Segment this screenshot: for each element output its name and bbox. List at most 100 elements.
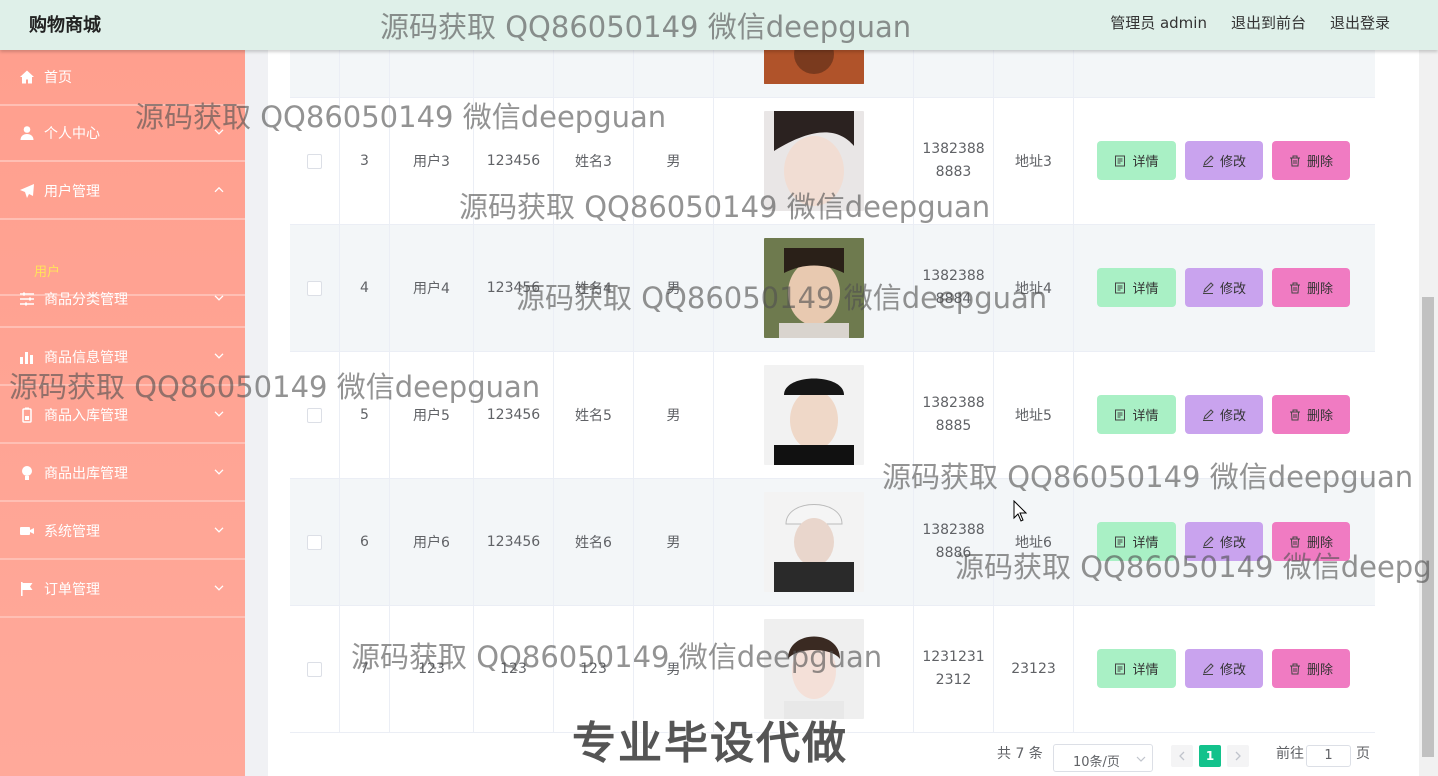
- sidebar-item-label: 系统管理: [44, 524, 100, 540]
- chevron-left-icon: [1179, 751, 1185, 761]
- sidebar-item-stock-out[interactable]: 商品出库管理: [0, 446, 245, 502]
- sidebar-item-label: 商品出库管理: [44, 466, 128, 482]
- flag-icon: [21, 582, 33, 596]
- edit-icon: [1202, 662, 1214, 675]
- sidebar-item-label: 商品入库管理: [44, 408, 128, 424]
- delete-label: 删除: [1306, 409, 1333, 424]
- name-text: 姓名6: [575, 535, 612, 551]
- account-cell: 用户4: [390, 225, 474, 351]
- edit-label: 修改: [1219, 409, 1246, 424]
- row-checkbox[interactable]: [307, 280, 322, 296]
- checkbox-cell: [290, 225, 340, 351]
- password-text: 123456: [486, 407, 541, 423]
- bar-chart-icon: [20, 352, 33, 364]
- row-checkbox[interactable]: [307, 534, 322, 550]
- account-cell: 用户6: [390, 479, 474, 605]
- address-text: 23123: [1011, 661, 1056, 677]
- edit-button[interactable]: 修改: [1185, 141, 1263, 180]
- detail-label: 详情: [1132, 409, 1159, 424]
- chevron-down-icon: [1136, 756, 1146, 762]
- name-cell: 姓名6: [554, 479, 634, 605]
- index-text: 6: [360, 534, 369, 550]
- detail-label: 详情: [1132, 155, 1159, 170]
- watermark-text: 源码获取 QQ86050149 微信deepguan: [459, 190, 991, 224]
- sidebar-item-label: 订单管理: [44, 582, 100, 598]
- detail-button[interactable]: 详情: [1097, 649, 1176, 688]
- delete-label: 删除: [1306, 663, 1333, 678]
- row-checkbox[interactable]: [307, 153, 322, 169]
- logout-link[interactable]: 退出登录: [1330, 12, 1390, 33]
- prev-page-button[interactable]: [1171, 745, 1193, 767]
- delete-button[interactable]: 删除: [1272, 141, 1350, 180]
- trash-icon: [1289, 663, 1300, 674]
- edit-button[interactable]: 修改: [1185, 395, 1263, 434]
- chevron-down-icon: [214, 353, 224, 359]
- chevron-down-icon: [214, 585, 224, 591]
- delete-button[interactable]: 删除: [1272, 649, 1350, 688]
- sliders-icon: [20, 292, 34, 306]
- edit-icon: [1202, 154, 1214, 167]
- name-text: 姓名5: [575, 408, 612, 424]
- watermark-text: 源码获取 QQ86050149 微信deepguan: [516, 281, 1048, 315]
- gender-cell: 男: [634, 479, 714, 605]
- name-cell: 姓名5: [554, 352, 634, 478]
- brand-title: 购物商城: [29, 15, 101, 36]
- document-icon: [1115, 282, 1126, 293]
- scrollbar-thumb[interactable]: [1422, 297, 1434, 757]
- user-icon: [20, 126, 34, 140]
- password-text: 123456: [486, 153, 541, 169]
- password-cell: 123456: [474, 479, 554, 605]
- sidebar-item-system[interactable]: 系统管理: [0, 504, 245, 560]
- row-checkbox[interactable]: [307, 407, 322, 423]
- address-cell: 地址3: [994, 98, 1074, 224]
- chevron-down-icon: [214, 411, 224, 417]
- account-text: 用户4: [413, 281, 450, 297]
- edit-icon: [1202, 408, 1214, 421]
- next-page-button[interactable]: [1227, 745, 1249, 767]
- delete-button[interactable]: 删除: [1272, 395, 1350, 434]
- bulb-icon: [22, 466, 32, 480]
- sidebar-item-label: 首页: [44, 70, 72, 86]
- send-icon: [20, 184, 34, 198]
- edit-button[interactable]: 修改: [1185, 649, 1263, 688]
- index-text: 3: [360, 153, 369, 169]
- account-text: 用户5: [413, 408, 450, 424]
- page-number-button[interactable]: 1: [1199, 745, 1221, 767]
- chevron-up-icon: [214, 186, 224, 193]
- trash-icon: [1289, 409, 1300, 420]
- row-checkbox[interactable]: [307, 661, 322, 677]
- detail-button[interactable]: 详情: [1097, 141, 1176, 180]
- account-text: 用户6: [413, 535, 450, 551]
- user-avatar-image: [763, 365, 864, 465]
- sidebar-item-orders[interactable]: 订单管理: [0, 562, 245, 618]
- edit-label: 修改: [1219, 282, 1246, 297]
- index-text: 4: [360, 280, 369, 296]
- battery-icon: [22, 407, 32, 423]
- goto-prefix: 前往: [1276, 746, 1304, 762]
- page-size-select[interactable]: 10条/页: [1053, 744, 1153, 772]
- edit-button[interactable]: 修改: [1185, 268, 1263, 307]
- account-text: 用户3: [413, 154, 450, 170]
- detail-button[interactable]: 详情: [1097, 395, 1176, 434]
- chevron-down-icon: [214, 469, 224, 475]
- address-text: 地址5: [1015, 408, 1052, 424]
- delete-button[interactable]: 删除: [1272, 268, 1350, 307]
- chevron-down-icon: [214, 295, 224, 301]
- gender-text: 男: [666, 535, 681, 551]
- sidebar-item-user-management[interactable]: 用户管理: [0, 164, 245, 220]
- sidebar-item-category[interactable]: 商品分类管理: [0, 272, 245, 328]
- address-cell: 23123: [994, 606, 1074, 732]
- gender-text: 男: [666, 154, 681, 170]
- mouse-cursor-icon: [1013, 500, 1027, 522]
- detail-button[interactable]: 详情: [1097, 268, 1176, 307]
- detail-label: 详情: [1132, 282, 1159, 297]
- goto-page-input[interactable]: 1: [1306, 745, 1351, 767]
- index-text: 5: [360, 407, 369, 423]
- phone-cell: 1382388 8886: [914, 479, 994, 605]
- checkbox-cell: [290, 606, 340, 732]
- pagination-total: 共 7 条: [997, 746, 1043, 762]
- watermark-text: 源码获取 QQ86050149 微信deepguan: [380, 10, 912, 44]
- actions-cell: 详情 修改 删除: [1074, 225, 1375, 351]
- gender-text: 男: [666, 408, 681, 424]
- to-front-link[interactable]: 退出到前台: [1231, 12, 1306, 33]
